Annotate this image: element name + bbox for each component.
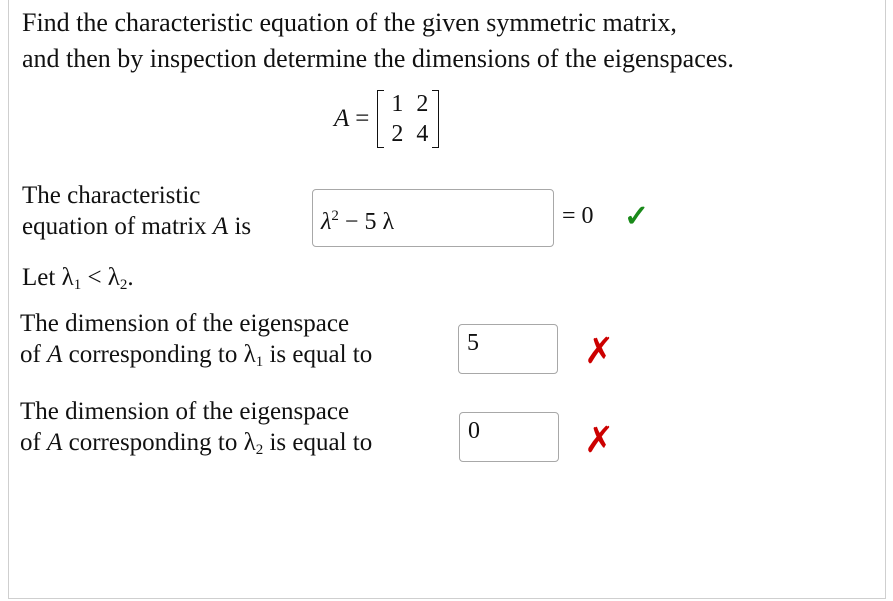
matrix-cell: 2 xyxy=(391,121,404,147)
label-text: is equal to xyxy=(263,341,373,368)
ordering-statement: Let λ1 < λ2. xyxy=(22,262,134,301)
matrix-cell: 1 xyxy=(391,91,404,117)
label-text: is xyxy=(228,213,252,240)
incorrect-x-icon: ✗ xyxy=(584,331,615,372)
dim1-input[interactable]: 5 xyxy=(458,324,558,374)
ordering-text: < λ xyxy=(81,264,120,291)
problem-line-2: and then by inspection determine the dim… xyxy=(22,44,734,73)
equals-sign: = xyxy=(355,105,370,132)
matrix-var: A xyxy=(47,341,63,368)
dim1-label: The dimension of the eigenspace of A cor… xyxy=(20,308,372,378)
incorrect-x-icon: ✗ xyxy=(584,420,615,461)
label-text: corresponding to λ xyxy=(62,341,256,368)
dim2-label-line1: The dimension of the eigenspace xyxy=(20,398,350,425)
lambda-symbol: λ xyxy=(321,209,332,235)
label-text: equation of matrix xyxy=(22,213,213,240)
dim1-label-line1: The dimension of the eigenspace xyxy=(20,310,350,337)
correct-check-icon: ✓ xyxy=(624,200,650,233)
matrix-cell: 4 xyxy=(416,121,429,147)
dim2-value: 0 xyxy=(468,418,480,444)
exponent: 2 xyxy=(331,208,339,224)
ordering-text: . xyxy=(127,264,134,291)
char-eq-label-line1: The characteristic xyxy=(22,182,201,209)
char-eq-label-line2: equation of matrix A is xyxy=(22,211,251,242)
question-panel xyxy=(8,0,886,599)
dim2-label-line2: of A corresponding to λ2 is equal to xyxy=(20,427,372,466)
matrix-A: 1 2 2 4 xyxy=(377,89,440,149)
matrix-var: A xyxy=(47,429,63,456)
problem-statement: Find the characteristic equation of the … xyxy=(22,5,734,77)
answer-text: − 5 λ xyxy=(338,209,395,235)
matrix-definition: A = 1 2 2 4 xyxy=(334,84,440,154)
dim1-value: 5 xyxy=(467,330,479,356)
matrix-name: A xyxy=(334,105,350,132)
label-text: is equal to xyxy=(263,429,373,456)
label-text: of xyxy=(20,341,48,368)
char-eq-label: The characteristic equation of matrix A … xyxy=(22,180,251,242)
ordering-text: Let λ xyxy=(22,264,74,291)
problem-line-1: Find the characteristic equation of the … xyxy=(22,8,677,37)
label-text: of xyxy=(20,429,48,456)
equals-zero: = 0 xyxy=(562,203,594,229)
dim1-label-line2: of A corresponding to λ1 is equal to xyxy=(20,339,372,378)
char-eq-input[interactable]: λ2 − 5 λ xyxy=(312,189,554,247)
label-text: corresponding to λ xyxy=(62,429,256,456)
matrix-var: A xyxy=(212,213,229,240)
matrix-cell: 2 xyxy=(416,91,429,117)
dim2-label: The dimension of the eigenspace of A cor… xyxy=(20,396,372,466)
dim2-input[interactable]: 0 xyxy=(459,412,559,462)
